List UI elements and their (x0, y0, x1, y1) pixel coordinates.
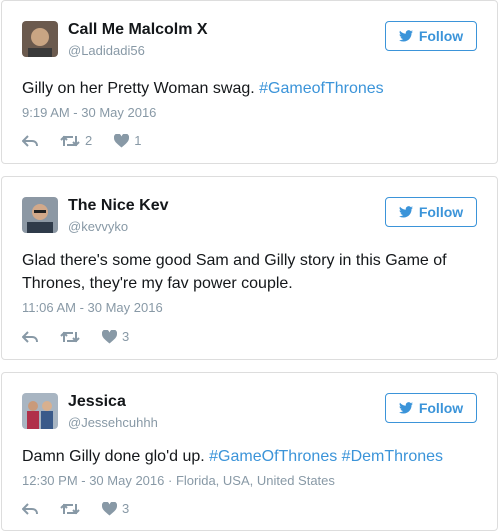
separator-dot: · (167, 473, 176, 488)
author-name[interactable]: Jessica (68, 393, 126, 411)
tweet-actions: 2 1 (22, 133, 163, 148)
hashtag-link[interactable]: #GameofThrones (259, 80, 384, 97)
tweet-text-body: Damn Gilly done glo'd up. (22, 448, 210, 465)
like-heart-icon (102, 329, 117, 343)
author-handle[interactable]: @Jessehcuhhh (68, 415, 158, 430)
follow-button[interactable]: Follow (385, 393, 477, 423)
reply-button[interactable] (22, 330, 38, 344)
follow-button[interactable]: Follow (385, 21, 477, 51)
twitter-bird-icon (398, 206, 413, 218)
retweet-button[interactable] (60, 502, 80, 516)
timestamp-text: 11:06 AM - 30 May 2016 (22, 300, 163, 315)
reply-icon (22, 134, 38, 147)
location[interactable]: Florida, USA, United States (176, 473, 335, 488)
like-heart-icon (102, 501, 117, 515)
retweet-icon (60, 503, 80, 514)
retweet-count: 2 (85, 133, 93, 148)
author-name[interactable]: Call Me Malcolm X (68, 21, 208, 39)
author-handle[interactable]: @Ladidadi56 (68, 43, 145, 58)
follow-label: Follow (418, 204, 464, 220)
hashtag-link[interactable]: #DemThrones (342, 448, 443, 465)
tweet-actions: 3 (22, 329, 151, 344)
author-handle[interactable]: @kevvyko (68, 219, 128, 234)
like-button[interactable]: 3 (102, 501, 129, 516)
retweet-icon (60, 331, 80, 342)
like-heart-icon (114, 133, 130, 147)
follow-label: Follow (418, 28, 464, 44)
tweet-text: Glad there's some good Sam and Gilly sto… (22, 252, 447, 292)
reply-icon (22, 330, 38, 343)
author-name[interactable]: The Nice Kev (68, 197, 168, 215)
like-count: 3 (122, 501, 130, 516)
avatar[interactable] (22, 21, 58, 57)
hashtag-link[interactable]: #GameOfThrones (209, 448, 337, 465)
reply-icon (22, 502, 38, 515)
tweet-card: Call Me Malcolm X @Ladidadi56 Follow Gil… (1, 0, 498, 164)
like-count: 3 (122, 329, 130, 344)
tweet-text: Damn Gilly done glo'd up. #GameOfThrones… (22, 445, 477, 468)
like-button[interactable]: 1 (114, 133, 141, 148)
timestamp[interactable]: 11:06 AM - 30 May 2016 (22, 300, 163, 315)
tweet-actions: 3 (22, 501, 151, 516)
follow-button[interactable]: Follow (385, 197, 477, 227)
like-count: 1 (134, 133, 142, 148)
retweet-button[interactable]: 2 (60, 133, 92, 148)
retweet-icon (60, 135, 80, 146)
avatar[interactable] (22, 197, 58, 233)
follow-label: Follow (418, 400, 464, 416)
tweet-text: Gilly on her Pretty Woman swag. #GameofT… (22, 77, 477, 100)
tweet-card: Jessica @Jessehcuhhh Follow Damn Gilly d… (1, 372, 498, 531)
retweet-button[interactable] (60, 330, 80, 344)
timestamp-text[interactable]: 12:30 PM - 30 May 2016 (22, 473, 164, 488)
timestamp-text: 9:19 AM - 30 May 2016 (22, 105, 157, 120)
avatar[interactable] (22, 393, 58, 429)
tweet-text-body: Gilly on her Pretty Woman swag. (22, 80, 260, 97)
reply-button[interactable] (22, 502, 38, 516)
reply-button[interactable] (22, 134, 38, 148)
timestamp: 12:30 PM - 30 May 2016 · Florida, USA, U… (22, 473, 335, 488)
like-button[interactable]: 3 (102, 329, 129, 344)
timestamp[interactable]: 9:19 AM - 30 May 2016 (22, 105, 156, 120)
twitter-bird-icon (398, 402, 413, 414)
twitter-bird-icon (398, 30, 413, 42)
tweet-card: The Nice Kev @kevvyko Follow Glad there'… (1, 176, 498, 360)
